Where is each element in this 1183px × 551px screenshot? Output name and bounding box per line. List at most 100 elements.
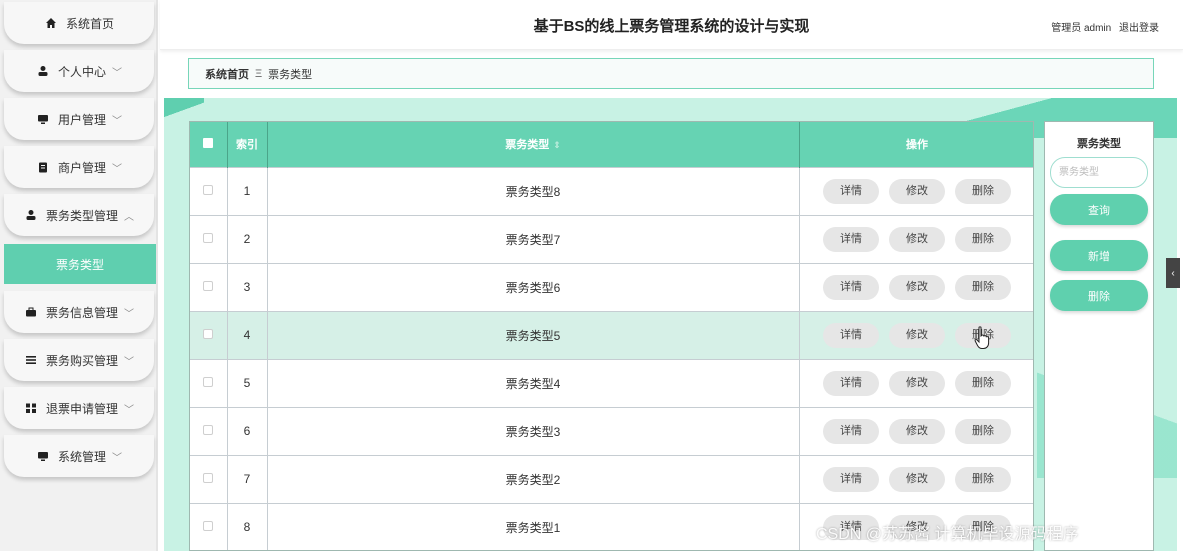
ticket-type-search-input[interactable] [1050,157,1148,188]
sidebar-item-label: 用户管理 [57,112,106,127]
row-actions: 详情修改删除 [799,310,1033,359]
select-all-checkbox[interactable] [203,137,214,148]
table-header-row: 索引 票务类型 ⇕ 操作 [190,122,1033,167]
chevron-up-icon: ︿ [124,211,134,223]
sidebar-item-merchant-management[interactable]: 商户管理 ﹀ [4,146,154,188]
row-select-cell [190,262,228,311]
sidebar-item-refund-request-management[interactable]: 退票申请管理 ﹀ [4,387,154,429]
detail-button[interactable]: 详情 [823,226,879,252]
edit-button[interactable]: 修改 [889,370,945,396]
chevron-down-icon: ﹀ [112,452,122,464]
row-ticket-type: 票务类型8 [267,166,800,215]
row-checkbox[interactable] [203,329,214,339]
monitor-icon [36,449,50,463]
column-header-actions: 操作 [799,122,1033,167]
sidebar-item-label: 票务类型管理 [45,208,118,223]
add-button[interactable]: 新增 [1050,240,1148,271]
edit-button[interactable]: 修改 [889,226,945,252]
breadcrumb-separator: Ξ [255,67,263,80]
briefcase-icon [24,305,38,319]
breadcrumb: 系统首页 Ξ 票务类型 [188,58,1154,89]
logout-link[interactable]: 退出登录 [1119,23,1159,34]
table-row[interactable]: 4票务类型5详情修改删除 [190,310,1033,359]
row-checkbox[interactable] [203,425,214,435]
delete-button[interactable]: 删除 [955,226,1011,252]
collapse-panel-tab[interactable]: ‹ [1166,258,1180,288]
column-header-type[interactable]: 票务类型 ⇕ [267,122,800,167]
row-checkbox[interactable] [203,473,214,483]
sidebar-item-label: 退票申请管理 [45,401,118,416]
delete-button[interactable]: 删除 [955,178,1011,204]
edit-button[interactable]: 修改 [889,274,945,300]
edit-button[interactable]: 修改 [889,418,945,444]
ticket-type-table: 索引 票务类型 ⇕ 操作 1 票务类型8 详情 修改 删除 2 票务类型7 详情 修改 删除 3 票务类… [189,121,1034,551]
breadcrumb-home[interactable]: 系统首页 [205,66,249,82]
delete-button[interactable]: 删除 [955,274,1011,300]
edit-button[interactable]: 修改 [889,466,945,492]
sidebar-item-label: 个人中心 [57,64,106,79]
sidebar-item-user-management[interactable]: 用户管理 ﹀ [4,98,154,140]
row-index: 5 [227,358,268,407]
sidebar-item-ticket-purchase-management[interactable]: 票务购买管理 ﹀ [4,339,154,381]
table-row[interactable]: 5 票务类型4 详情 修改 删除 [190,358,1033,407]
delete-button[interactable]: 删除 [955,466,1011,492]
row-checkbox[interactable] [203,521,214,532]
row-ticket-type: 票务类型1 [267,502,800,550]
sidebar-item-ticket-info-management[interactable]: 票务信息管理 ﹀ [4,291,154,333]
table-row[interactable]: 3 票务类型6 详情 修改 删除 [190,262,1033,311]
row-select-cell [190,454,228,503]
sort-icon[interactable]: ⇕ [553,140,561,150]
top-header: 基于BS的线上票务管理系统的设计与实现 管理员 admin 退出登录 [160,0,1183,50]
detail-button[interactable]: 详情 [823,370,879,396]
table-row[interactable]: 2 票务类型7 详情 修改 删除 [190,214,1033,263]
row-actions: 详情修改删除 [799,166,1033,215]
delete-button[interactable]: 删除 [955,418,1011,444]
column-header-type-label: 票务类型 [505,139,550,152]
filter-panel: 票务类型 查询 新增 删除 [1044,121,1154,551]
detail-button[interactable]: 详情 [823,274,879,300]
list-icon [24,353,38,367]
row-index: 4 [227,310,268,359]
row-index: 2 [227,214,268,263]
sidebar-item-system-management[interactable]: 系统管理 ﹀ [4,435,154,477]
row-ticket-type: 票务类型2 [267,454,800,503]
watermark-text: CSDN @苏苏酱 计算机毕设源码程序 [816,526,1079,543]
row-ticket-type: 票务类型3 [267,406,800,455]
row-checkbox[interactable] [203,233,214,243]
sidebar-item-label: 票务购买管理 [45,353,118,368]
sidebar-item-home[interactable]: 系统首页 [4,2,154,44]
row-checkbox[interactable] [203,281,214,291]
batch-delete-button[interactable]: 删除 [1050,280,1148,311]
chevron-down-icon: ﹀ [112,115,122,127]
search-button[interactable]: 查询 [1050,194,1148,225]
sidebar-item-personal-center[interactable]: 个人中心 ﹀ [4,50,154,92]
row-checkbox[interactable] [203,185,214,195]
row-select-cell [190,358,228,407]
row-index: 1 [227,166,268,215]
user-area: 管理员 admin 退出登录 [1046,19,1159,34]
row-select-cell [190,310,228,359]
chevron-down-icon: ﹀ [112,163,122,175]
sidebar-item-ticket-type-management[interactable]: 票务类型管理 ︿ [4,194,154,236]
detail-button[interactable]: 详情 [823,322,879,348]
sidebar-item-label: 系统首页 [65,16,114,31]
detail-button[interactable]: 详情 [823,466,879,492]
sidebar-subitem-ticket-type[interactable]: 票务类型 [4,244,156,284]
edit-button[interactable]: 修改 [889,178,945,204]
table-row[interactable]: 7 票务类型2 详情 修改 删除 [190,454,1033,503]
table-row[interactable]: 1 票务类型8 详情 修改 删除 [190,166,1033,215]
row-index: 3 [227,262,268,311]
grid-icon [24,401,38,415]
edit-button[interactable]: 修改 [889,322,945,348]
detail-button[interactable]: 详情 [823,178,879,204]
table-row[interactable]: 6 票务类型3 详情 修改 删除 [190,406,1033,455]
monitor-icon [36,112,50,126]
user-role-label: 管理员 admin [1051,23,1112,34]
row-select-cell [190,214,228,263]
row-index: 8 [227,502,268,550]
delete-button[interactable]: 删除 [955,370,1011,396]
home-icon [44,16,58,30]
chevron-down-icon: ﹀ [124,356,134,368]
detail-button[interactable]: 详情 [823,418,879,444]
row-checkbox[interactable] [203,377,214,387]
